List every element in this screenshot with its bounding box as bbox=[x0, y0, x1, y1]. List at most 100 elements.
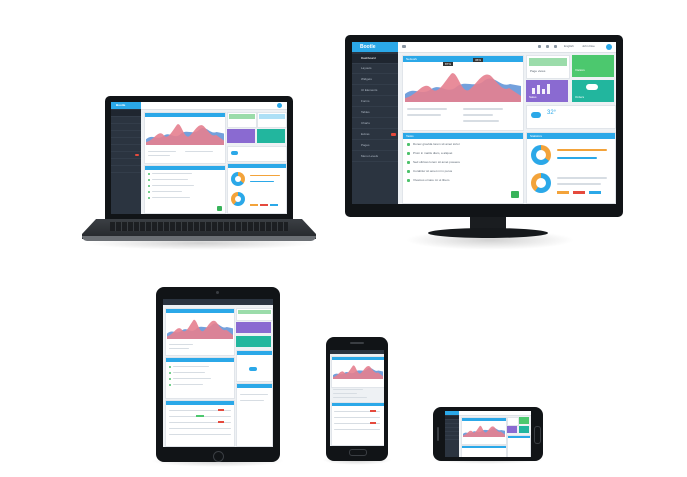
task-checkbox[interactable] bbox=[407, 170, 410, 173]
avatar[interactable] bbox=[606, 44, 612, 50]
progress-bar bbox=[557, 149, 607, 151]
sidebar-item-label: Layouts bbox=[361, 66, 372, 70]
search-icon[interactable] bbox=[538, 45, 541, 48]
sidebar-item[interactable] bbox=[111, 145, 141, 152]
weather-panel bbox=[236, 350, 273, 382]
task-checkbox[interactable] bbox=[407, 179, 410, 182]
brand-logo: Bootle bbox=[352, 42, 398, 52]
legend-desktop bbox=[557, 191, 569, 194]
task-checkbox[interactable] bbox=[407, 143, 410, 146]
cloud-icon bbox=[249, 367, 257, 371]
task-item bbox=[152, 179, 188, 180]
user-name[interactable]: John Doe bbox=[582, 44, 595, 48]
status-badge bbox=[370, 422, 376, 424]
task-checkbox[interactable] bbox=[148, 173, 150, 175]
panel-header bbox=[145, 113, 225, 117]
stat-tile[interactable] bbox=[227, 112, 257, 128]
phone-body bbox=[326, 337, 388, 461]
statistics-panel: Statistics bbox=[526, 132, 616, 204]
sidebar-item[interactable] bbox=[111, 117, 141, 124]
language-selector[interactable]: English bbox=[564, 44, 574, 48]
sidebar-item-ui-elements[interactable]: UI Elements bbox=[352, 86, 398, 96]
menu-toggle-icon[interactable] bbox=[402, 45, 406, 48]
phone-home-button[interactable] bbox=[534, 426, 541, 444]
chart-tooltip: 36% bbox=[473, 58, 484, 62]
phone-home-button[interactable] bbox=[349, 449, 367, 456]
sidebar-item[interactable] bbox=[111, 152, 141, 159]
sidebar-item-pages[interactable]: Pages bbox=[352, 141, 398, 151]
table-row bbox=[334, 417, 380, 418]
task-checkbox[interactable] bbox=[148, 191, 150, 193]
brand-logo bbox=[445, 411, 459, 415]
task-checkbox[interactable] bbox=[169, 378, 171, 380]
sidebar-item-dashboard[interactable]: Dashboard bbox=[352, 54, 398, 64]
stat-tile[interactable] bbox=[257, 112, 287, 128]
task-checkbox[interactable] bbox=[407, 161, 410, 164]
phone-speaker bbox=[437, 427, 439, 441]
bell-icon[interactable] bbox=[546, 45, 549, 48]
stat-tile[interactable] bbox=[236, 322, 271, 333]
status-badge bbox=[218, 409, 224, 411]
stat-tile[interactable] bbox=[507, 417, 519, 426]
status-badge bbox=[196, 415, 204, 417]
table-row bbox=[169, 428, 231, 429]
sidebar-item-charts[interactable]: Charts bbox=[352, 119, 398, 129]
statistics-panel bbox=[507, 435, 531, 457]
stat-tile-orders[interactable]: Orders bbox=[572, 80, 614, 102]
stat-tile[interactable] bbox=[257, 129, 285, 143]
progress-bar bbox=[557, 157, 597, 159]
sidebar-item-layouts[interactable]: Layouts bbox=[352, 64, 398, 74]
task-checkbox[interactable] bbox=[169, 366, 171, 368]
sidebar-item-tables[interactable]: Tables bbox=[352, 108, 398, 118]
network-chart-panel bbox=[144, 112, 226, 164]
phone-landscape-screen bbox=[445, 411, 531, 457]
monitor-screen: Bootle Dashboard Layouts Widgets UI Elem… bbox=[352, 42, 616, 204]
sidebar-item[interactable] bbox=[111, 124, 141, 131]
task-checkbox[interactable] bbox=[169, 384, 171, 386]
panel-header bbox=[462, 446, 506, 448]
sidebar-item[interactable] bbox=[111, 166, 141, 173]
tablet-home-button[interactable] bbox=[213, 451, 224, 462]
sidebar-item-label: Widgets bbox=[361, 77, 372, 81]
panel-header bbox=[145, 166, 225, 170]
panel-header bbox=[237, 384, 272, 388]
sidebar-item[interactable] bbox=[111, 138, 141, 145]
phone-screen bbox=[330, 350, 384, 446]
sidebar-item[interactable] bbox=[445, 436, 459, 440]
stat-tile[interactable] bbox=[519, 426, 529, 433]
sidebar-item-label: Dashboard bbox=[361, 56, 376, 60]
text-line bbox=[557, 183, 601, 185]
stat-tile-page-views[interactable]: Page views bbox=[526, 55, 570, 79]
sidebar-item[interactable] bbox=[111, 159, 141, 166]
sidebar-item-extras[interactable]: Extras bbox=[352, 130, 398, 140]
envelope-icon[interactable] bbox=[554, 45, 557, 48]
text-line bbox=[557, 177, 607, 179]
stat-tile-sales[interactable]: Sales bbox=[526, 80, 568, 102]
task-checkbox[interactable] bbox=[169, 372, 171, 374]
sidebar-item-dashboard[interactable] bbox=[111, 110, 141, 117]
stat-line bbox=[185, 151, 213, 152]
task-checkbox[interactable] bbox=[148, 197, 150, 199]
stat-tile[interactable] bbox=[519, 417, 529, 424]
sidebar-item-forms[interactable]: Forms bbox=[352, 97, 398, 107]
add-task-button[interactable] bbox=[511, 191, 519, 198]
sidebar-item-menu-levels[interactable]: Menu Levels bbox=[352, 152, 398, 162]
stat-tile-visitors[interactable]: Visitors bbox=[572, 55, 614, 77]
stat-tile[interactable] bbox=[227, 129, 255, 143]
topbar bbox=[163, 299, 273, 305]
task-checkbox[interactable] bbox=[148, 185, 150, 187]
task-checkbox[interactable] bbox=[148, 179, 150, 181]
task-checkbox[interactable] bbox=[407, 152, 410, 155]
stat-tile[interactable] bbox=[236, 336, 271, 347]
avatar[interactable] bbox=[277, 103, 282, 108]
stat-tile[interactable] bbox=[507, 426, 517, 433]
sidebar-item[interactable] bbox=[111, 131, 141, 138]
brand-label: Bootle bbox=[116, 103, 126, 107]
task-item bbox=[152, 197, 190, 198]
weather-temp: 32° bbox=[547, 110, 557, 116]
add-task-button[interactable] bbox=[217, 206, 222, 211]
sidebar-item-widgets[interactable]: Widgets bbox=[352, 75, 398, 85]
task-item: Donec gravida lorem sit amet tortor bbox=[413, 142, 460, 146]
mini-bar bbox=[537, 85, 540, 94]
stat-tile[interactable] bbox=[236, 308, 273, 321]
